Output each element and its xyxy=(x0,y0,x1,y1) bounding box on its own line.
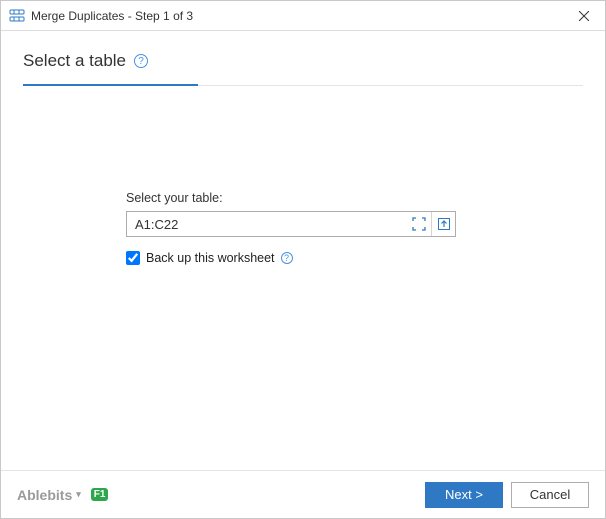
app-icon xyxy=(9,8,25,24)
help-icon[interactable]: ? xyxy=(281,252,293,264)
close-button[interactable] xyxy=(563,1,605,30)
titlebar: Merge Duplicates - Step 1 of 3 xyxy=(1,1,605,31)
dialog-window: Merge Duplicates - Step 1 of 3 Select a … xyxy=(0,0,606,519)
tab-underline xyxy=(23,85,583,86)
expand-icon xyxy=(437,217,451,231)
form-area: Select your table: Back up this wo xyxy=(126,191,456,265)
help-icon[interactable]: ? xyxy=(134,54,148,68)
backup-row: Back up this worksheet ? xyxy=(126,251,456,265)
cancel-button[interactable]: Cancel xyxy=(511,482,589,508)
wizard-body: Select your table: Back up this wo xyxy=(1,96,605,470)
wizard-header: Select a table ? xyxy=(1,31,605,96)
help-key-badge[interactable]: F1 xyxy=(91,488,109,501)
close-icon xyxy=(579,11,589,21)
select-range-icon xyxy=(412,217,426,231)
brand-menu[interactable]: Ablebits ▾ xyxy=(17,487,81,503)
range-input[interactable] xyxy=(127,212,407,236)
range-field xyxy=(126,211,456,237)
wizard-footer: Ablebits ▾ F1 Next > Cancel xyxy=(1,470,605,518)
brand-label: Ablebits xyxy=(17,487,72,503)
window-title: Merge Duplicates - Step 1 of 3 xyxy=(31,9,193,23)
backup-checkbox[interactable] xyxy=(126,251,140,265)
expand-range-button[interactable] xyxy=(431,212,455,236)
chevron-down-icon: ▾ xyxy=(76,489,81,500)
page-title: Select a table xyxy=(23,51,126,71)
range-label: Select your table: xyxy=(126,191,456,205)
select-range-button[interactable] xyxy=(407,212,431,236)
backup-label[interactable]: Back up this worksheet xyxy=(146,251,275,265)
next-button[interactable]: Next > xyxy=(425,482,503,508)
